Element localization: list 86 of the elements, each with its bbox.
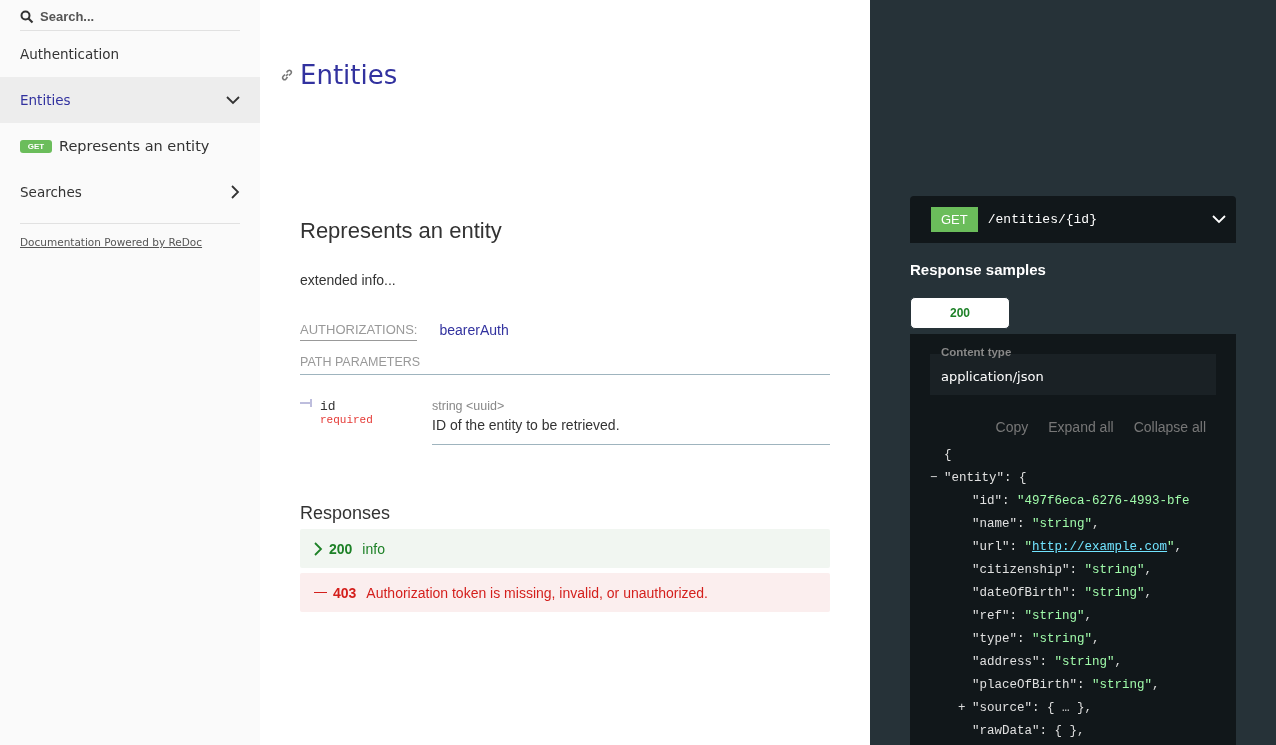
parameters-heading: PATH PARAMETERS — [300, 355, 830, 375]
sidebar-item[interactable]: Searches — [0, 169, 260, 215]
sidebar-item[interactable]: Entities — [0, 77, 260, 123]
response-row[interactable]: 200 info — [300, 529, 830, 568]
json-punctuation: : — [1069, 585, 1079, 600]
operation-description: extended info... — [300, 272, 397, 288]
parameter-description: ID of the entity to be retrieved. — [432, 417, 621, 433]
sidebar-item[interactable]: GET Represents an entity — [0, 123, 260, 169]
json-punctuation: : { }, — [1039, 723, 1085, 738]
search-icon — [20, 9, 34, 24]
json-punctuation: : — [1009, 608, 1019, 623]
endpoint-path: /entities/{id} — [987, 212, 1098, 227]
json-string: " — [1167, 539, 1175, 554]
status-code: 403 — [333, 584, 357, 601]
json-punctuation: , — [1174, 539, 1183, 554]
responses-heading: Responses — [300, 503, 392, 524]
action-link[interactable]: Collapse all — [1133, 419, 1206, 435]
required-label: required — [320, 414, 373, 426]
json-punctuation: : — [1077, 677, 1086, 692]
authorizations-label: AUTHORIZATIONS: — [300, 322, 418, 341]
operation-title: Represents an entity — [300, 218, 503, 244]
json-key: "ref" — [972, 608, 1010, 623]
sidebar-item[interactable]: Authentication — [0, 31, 260, 77]
json-punctuation: : { — [1004, 470, 1027, 485]
json-key: "id" — [972, 493, 1002, 508]
response-description: info — [362, 540, 385, 557]
dash-icon — [314, 591, 327, 594]
json-punctuation: , — [1114, 654, 1123, 669]
section-title: Entities — [300, 60, 398, 90]
search-field[interactable]: Search... — [40, 9, 240, 24]
json-key: "type" — [972, 631, 1017, 646]
chevron-down-icon — [226, 95, 240, 105]
json-punctuation: : { … }, — [1032, 700, 1093, 715]
json-string: "string" — [1092, 677, 1153, 692]
chevron-right-icon — [314, 541, 323, 556]
json-string: "string" — [1084, 562, 1145, 577]
status-tab[interactable]: 200 — [910, 297, 1010, 329]
json-punctuation: : — [1009, 539, 1019, 554]
json-string: " — [1024, 539, 1033, 554]
link-icon[interactable] — [280, 68, 294, 82]
json-string: "string" — [1032, 631, 1093, 646]
json-punctuation: , — [1092, 631, 1100, 646]
json-string: "string" — [1084, 585, 1145, 600]
json-punctuation: , — [1144, 585, 1153, 600]
json-punctuation: : — [1002, 493, 1011, 508]
json-link[interactable]: http://example.com — [1032, 539, 1168, 554]
footer-link[interactable]: Documentation Powered by ReDoc — [20, 236, 203, 248]
json-punctuation: : — [1069, 562, 1079, 577]
json-punctuation: , — [1144, 562, 1153, 577]
json-punctuation: { — [944, 447, 952, 462]
parameter-type: string <uuid> — [432, 399, 506, 413]
json-string: "string" — [1024, 608, 1085, 623]
json-string: "497f6eca-6276-4993-bfe — [1017, 493, 1190, 508]
action-link[interactable]: Copy — [995, 419, 1029, 435]
json-key: "rawData" — [972, 723, 1040, 738]
toggle-icon[interactable]: − — [930, 470, 944, 485]
json-punctuation: : — [1039, 654, 1049, 669]
json-key: "name" — [972, 516, 1017, 531]
endpoint-bar[interactable]: GET /entities/{id} — [910, 196, 1236, 243]
json-key: "address" — [972, 654, 1040, 669]
json-key: "citizenship" — [972, 562, 1070, 577]
json-key: "dateOfBirth" — [972, 585, 1070, 600]
response-description: Authorization token is missing, invalid, or unauthorized. — [366, 584, 708, 601]
status-code: 200 — [329, 540, 353, 557]
json-key: "url" — [972, 539, 1010, 554]
json-string: "string" — [1054, 654, 1115, 669]
json-punctuation: : — [1017, 631, 1026, 646]
json-key: "entity" — [944, 470, 1004, 485]
sidebar-item-label: Represents an entity — [59, 138, 210, 154]
json-punctuation: : — [1017, 516, 1026, 531]
json-string: "string" — [1032, 516, 1093, 531]
action-link[interactable]: Expand all — [1048, 419, 1114, 435]
chevron-right-icon — [231, 185, 240, 199]
json-key: "placeOfBirth" — [972, 677, 1078, 692]
samples-title: Response samples — [910, 261, 1047, 278]
toggle-icon[interactable]: + — [958, 700, 972, 715]
json-key: "source" — [972, 700, 1032, 715]
method-badge: GET — [20, 139, 52, 153]
tree-line-icon — [300, 399, 312, 407]
json-punctuation: , — [1084, 608, 1093, 623]
method-badge: GET — [931, 207, 978, 232]
authorization-scheme: bearerAuth — [439, 322, 509, 338]
chevron-down-icon — [1212, 215, 1226, 224]
json-punctuation: , — [1092, 516, 1100, 531]
json-punctuation: , — [1152, 677, 1160, 692]
parameter-name: id — [320, 399, 337, 414]
